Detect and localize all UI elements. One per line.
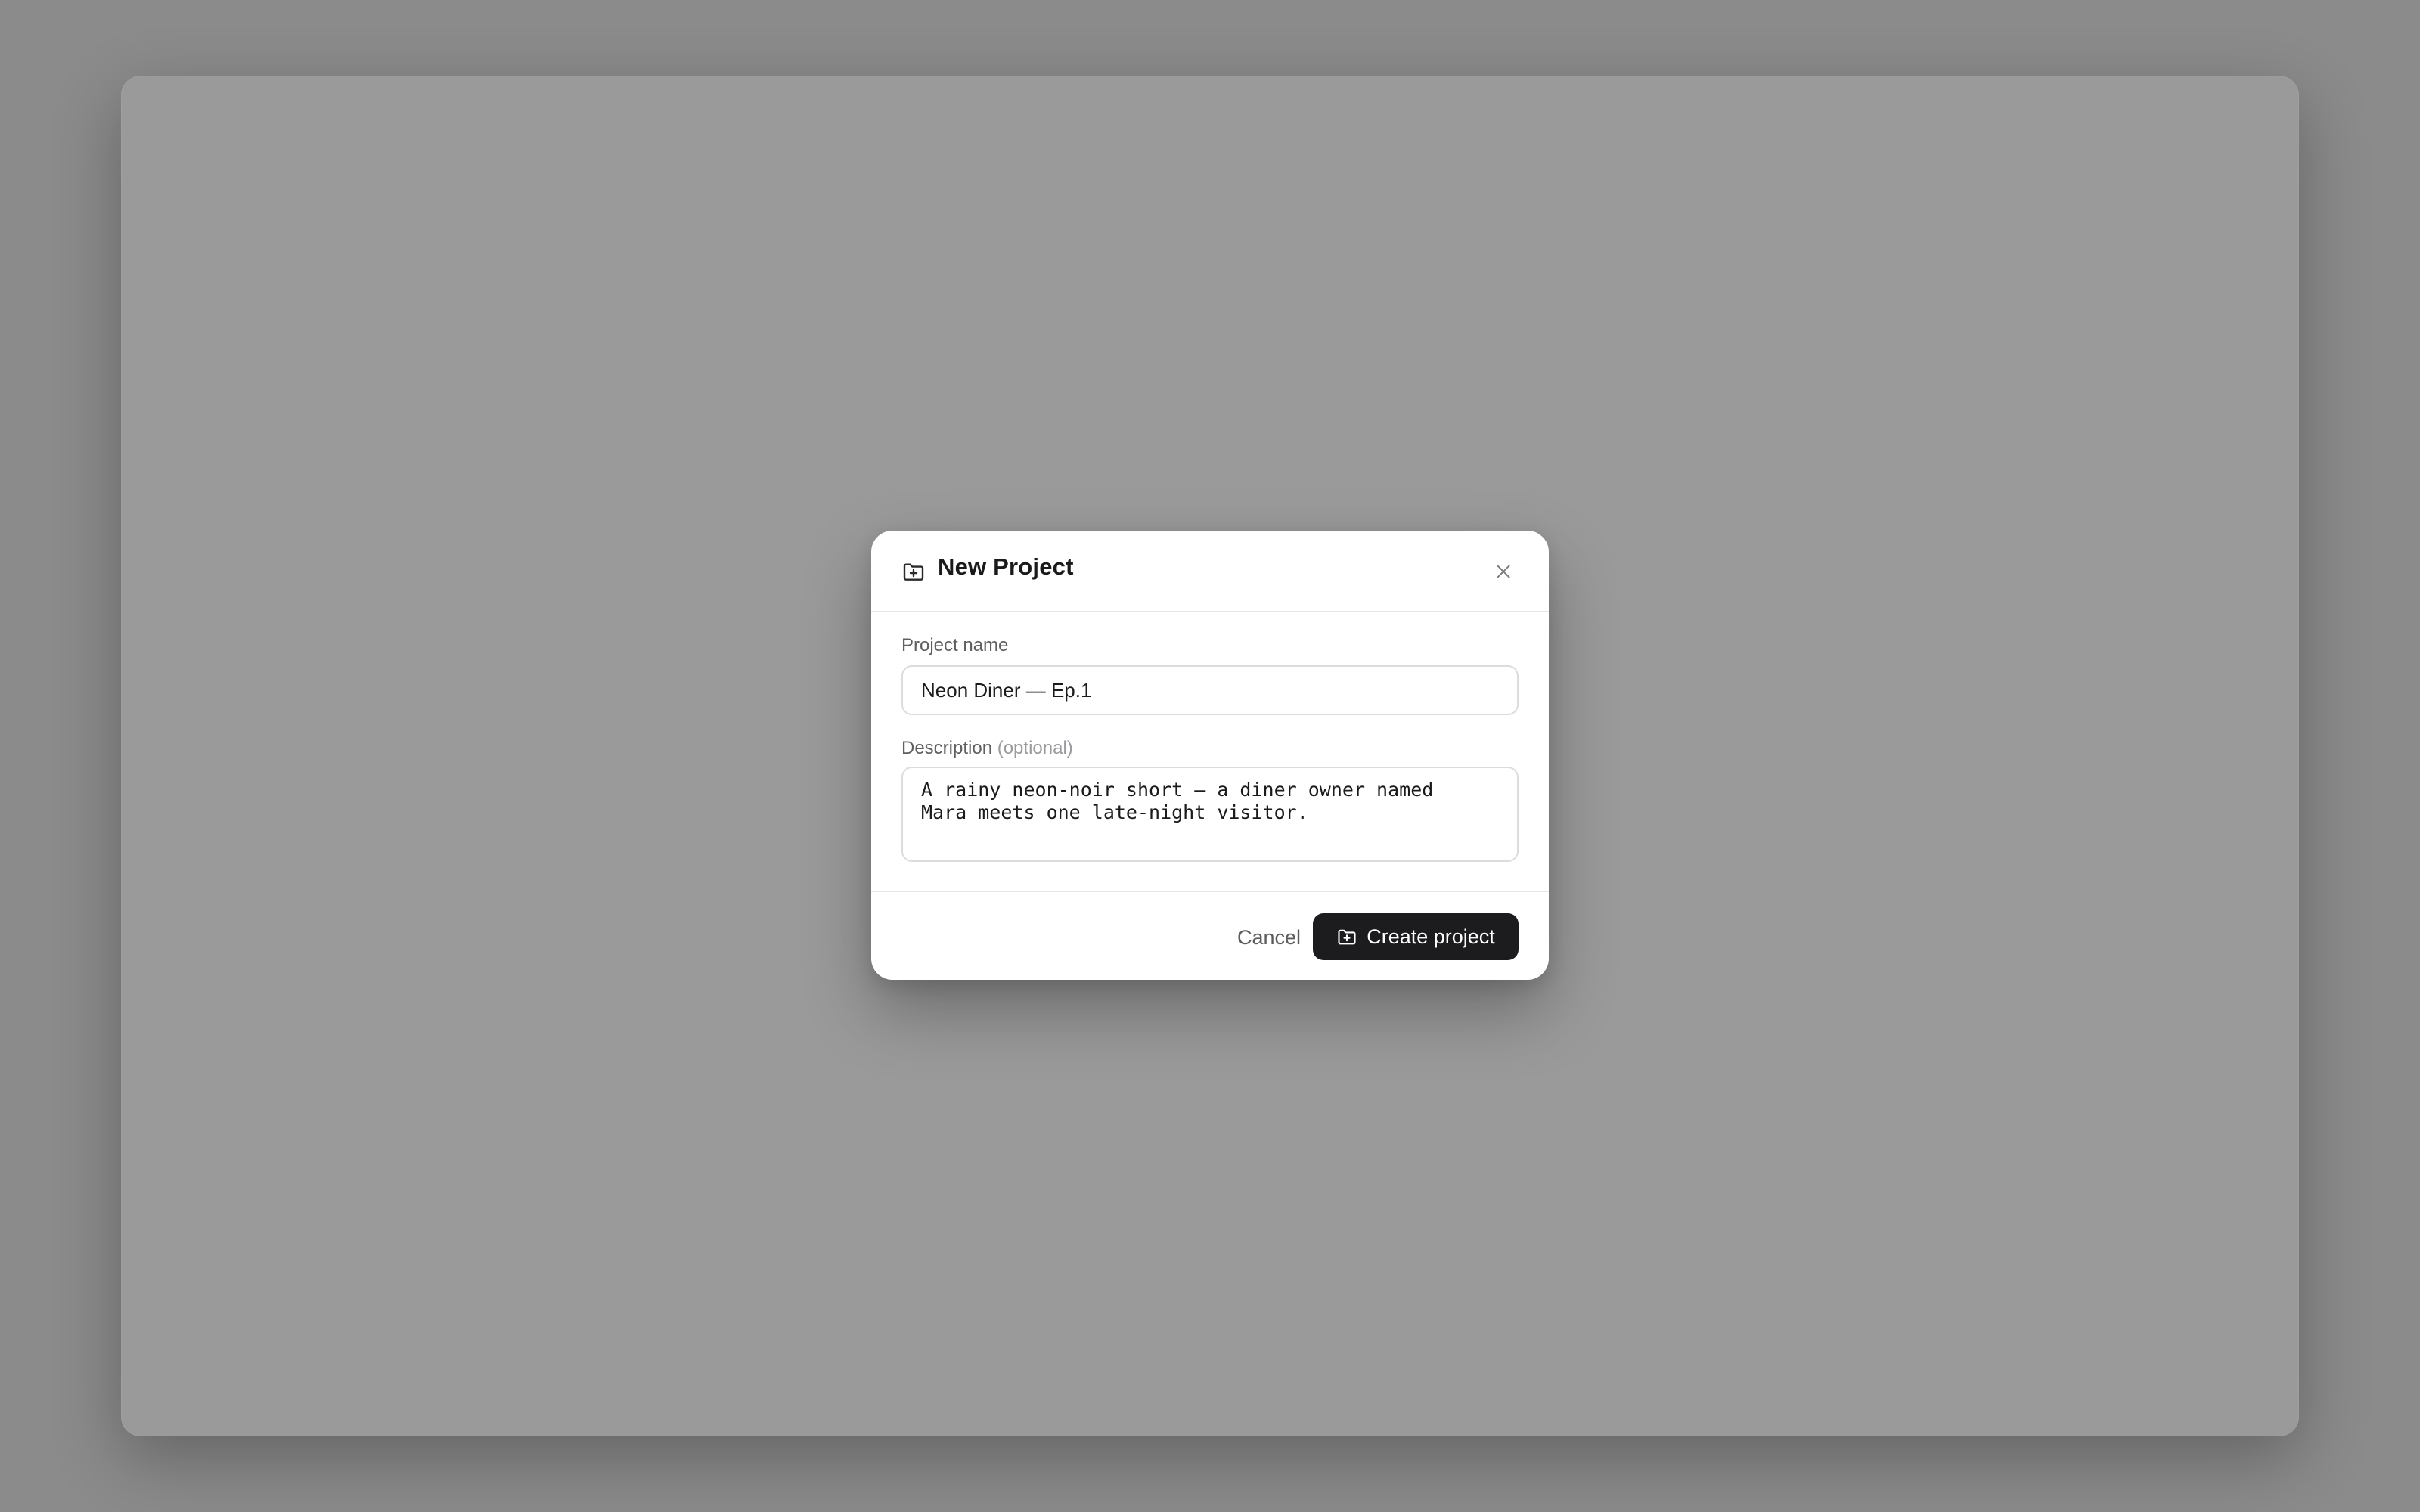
description-label: Description (optional): [901, 738, 1073, 759]
cancel-button[interactable]: Cancel: [1208, 915, 1329, 960]
folder-plus-icon: [901, 559, 926, 584]
new-project-dialog: New Project Project name Description (op…: [871, 531, 1549, 980]
folder-plus-icon: [1338, 929, 1356, 945]
dialog-footer: Cancel Create project: [871, 891, 1549, 980]
optional-hint: (optional): [997, 738, 1073, 758]
close-button[interactable]: [1488, 556, 1519, 587]
description-label-text: Description: [901, 738, 993, 758]
create-project-label: Create project: [1367, 925, 1495, 948]
project-name-label: Project name: [901, 635, 1009, 655]
dialog-header: New Project: [871, 531, 1549, 612]
create-project-button[interactable]: Create project: [1313, 913, 1519, 960]
dialog-title: New Project: [938, 553, 1074, 580]
project-name-input[interactable]: [901, 665, 1519, 715]
close-icon: [1497, 565, 1510, 578]
description-textarea[interactable]: A rainy neon-noir short — a diner owner …: [901, 767, 1519, 862]
